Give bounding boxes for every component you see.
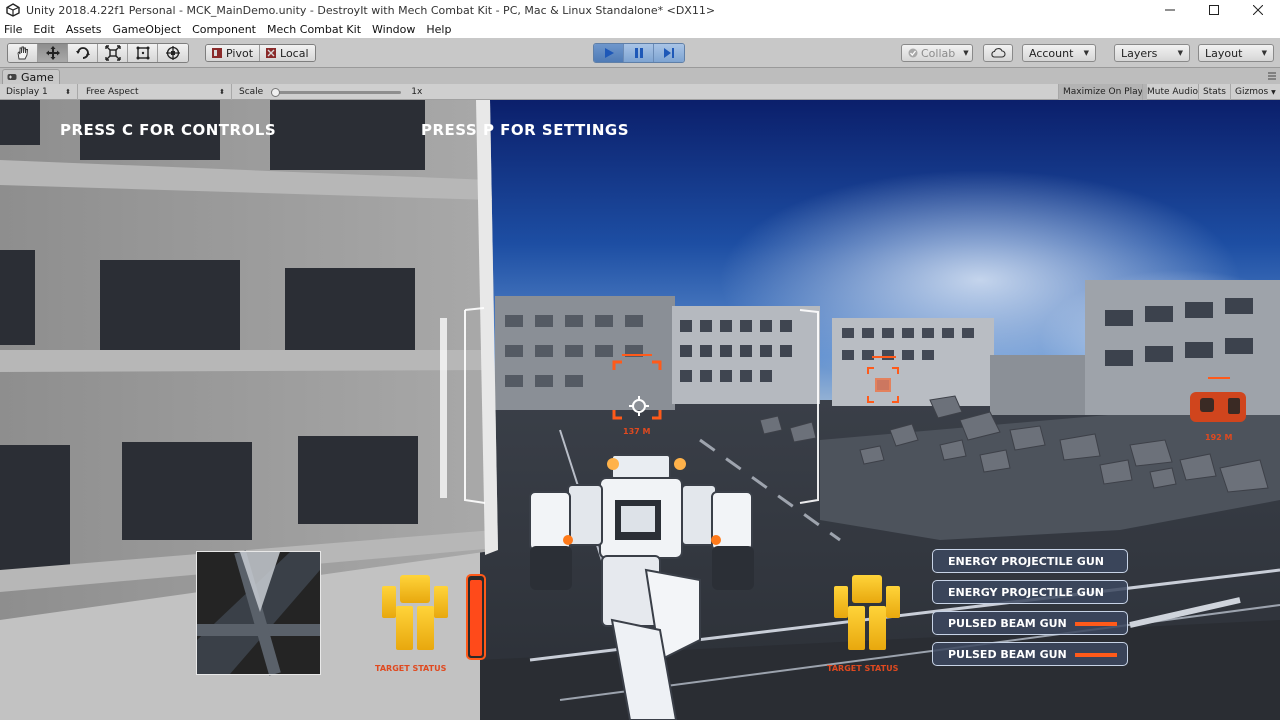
- scale-value: 1x: [411, 87, 423, 97]
- tab-menu-icon[interactable]: [1268, 72, 1276, 80]
- local-label: Local: [280, 46, 309, 60]
- menu-component[interactable]: Component: [188, 23, 260, 36]
- maximize-on-play-toggle[interactable]: Maximize On Play: [1058, 84, 1147, 100]
- rect-tool-button[interactable]: [128, 44, 158, 62]
- menu-assets[interactable]: Assets: [62, 23, 106, 36]
- menu-mech-combat-kit[interactable]: Mech Combat Kit: [263, 23, 365, 36]
- scale-tool-icon: [104, 45, 121, 61]
- local-button[interactable]: Local: [260, 45, 315, 61]
- move-tool-button[interactable]: [38, 44, 68, 62]
- layout-dropdown[interactable]: Layout ▼: [1198, 44, 1274, 62]
- weapon-slot[interactable]: PULSED BEAM GUN: [932, 642, 1128, 666]
- tab-game[interactable]: Game: [2, 69, 60, 84]
- scale-control: Scale 1x: [233, 84, 433, 100]
- game-controller-icon: [7, 74, 17, 80]
- target-status-right: TARGET STATUS: [827, 664, 899, 673]
- tab-game-label: Game: [21, 70, 54, 84]
- cloud-button[interactable]: [983, 44, 1013, 62]
- gizmos-dropdown[interactable]: Gizmos ▼: [1230, 84, 1280, 100]
- weapon-charge-bar: [1075, 622, 1117, 626]
- account-dropdown[interactable]: Account ▼: [1022, 44, 1096, 62]
- game-view-toolbar: Display 1 ⬍ Free Aspect ⬍ Scale 1x Maximiz…: [0, 84, 1280, 100]
- close-button[interactable]: [1236, 0, 1280, 20]
- transform-tool-button[interactable]: [158, 44, 188, 62]
- main-toolbar: Pivot Local Collab ▼ Account ▼ Layers ▼ …: [0, 38, 1280, 68]
- updown-icon: ⬍: [65, 88, 71, 96]
- controls-hint: PRESS C FOR CONTROLS: [60, 121, 277, 139]
- stats-label: Stats: [1203, 87, 1226, 97]
- settings-hint: PRESS P FOR SETTINGS: [421, 121, 630, 139]
- weapon-name: ENERGY PROJECTILE GUN: [948, 585, 1104, 599]
- game-tab-header: Game: [0, 68, 1280, 84]
- weapon-slot[interactable]: PULSED BEAM GUN: [932, 611, 1128, 635]
- menu-help[interactable]: Help: [422, 23, 455, 36]
- weapon-name: ENERGY PROJECTILE GUN: [948, 554, 1104, 568]
- step-icon: [664, 48, 674, 58]
- weapon-slot[interactable]: ENERGY PROJECTILE GUN: [932, 580, 1128, 604]
- menu-bar: File Edit Assets GameObject Component Me…: [0, 20, 1280, 38]
- target-status-left: TARGET STATUS: [375, 664, 447, 673]
- play-button[interactable]: [594, 44, 624, 62]
- window-title: Unity 2018.4.22f1 Personal - MCK_MainDem…: [26, 3, 716, 17]
- layers-dropdown[interactable]: Layers ▼: [1114, 44, 1190, 62]
- layout-label: Layout: [1205, 46, 1243, 60]
- aspect-dropdown[interactable]: Free Aspect ⬍: [80, 84, 232, 100]
- scale-label: Scale: [239, 87, 264, 97]
- pause-button[interactable]: [624, 44, 654, 62]
- window-titlebar: Unity 2018.4.22f1 Personal - MCK_MainDem…: [0, 0, 1280, 20]
- hand-tool-icon: [17, 46, 28, 60]
- weapon-list: ENERGY PROJECTILE GUN ENERGY PROJECTILE …: [932, 549, 1128, 673]
- move-tool-icon: [45, 46, 60, 60]
- weapon-name: PULSED BEAM GUN: [948, 647, 1067, 661]
- transform-tool-icon: [166, 46, 180, 60]
- collab-label: Collab: [921, 46, 956, 60]
- step-button[interactable]: [654, 44, 684, 62]
- weapon-name: PULSED BEAM GUN: [948, 616, 1067, 630]
- stats-toggle[interactable]: Stats: [1198, 84, 1230, 100]
- caret-icon: ▼: [1271, 88, 1276, 96]
- game-viewport[interactable]: PRESS C FOR CONTROLS PRESS P FOR SETTING…: [0, 100, 1280, 720]
- rotate-tool-button[interactable]: [68, 44, 98, 62]
- collab-dropdown[interactable]: Collab ▼: [901, 44, 973, 62]
- play-icon: [604, 48, 614, 58]
- account-label: Account: [1029, 46, 1074, 60]
- display-label: Display 1: [6, 87, 48, 97]
- pivot-icon: [212, 48, 222, 58]
- menu-window[interactable]: Window: [368, 23, 419, 36]
- rotate-tool-icon: [75, 47, 90, 59]
- scale-tool-button[interactable]: [98, 44, 128, 62]
- rect-tool-icon: [136, 46, 149, 60]
- maximize-button[interactable]: [1192, 0, 1236, 20]
- pause-icon: [634, 48, 643, 58]
- mute-audio-toggle[interactable]: Mute Audio: [1142, 84, 1202, 100]
- mute-audio-label: Mute Audio: [1147, 87, 1198, 97]
- pivot-toggle-group: Pivot Local: [205, 44, 316, 62]
- scale-slider-thumb[interactable]: [271, 87, 281, 97]
- transform-tools: [7, 43, 189, 63]
- menu-gameobject[interactable]: GameObject: [109, 23, 186, 36]
- unity-icon: [6, 3, 20, 17]
- target-distance-center: 137 M: [623, 427, 651, 436]
- display-dropdown[interactable]: Display 1 ⬍: [0, 84, 78, 100]
- pivot-label: Pivot: [226, 46, 254, 60]
- minimize-button[interactable]: [1148, 0, 1192, 20]
- menu-file[interactable]: File: [0, 23, 26, 36]
- weapon-charge-bar: [1075, 653, 1117, 657]
- minimap: [196, 551, 321, 675]
- pivot-button[interactable]: Pivot: [206, 45, 261, 61]
- playback-controls: [593, 43, 685, 63]
- updown-icon: ⬍: [219, 88, 225, 96]
- maximize-on-play-label: Maximize On Play: [1063, 87, 1143, 97]
- weapon-slot[interactable]: ENERGY PROJECTILE GUN: [932, 549, 1128, 573]
- cloud-icon: [991, 48, 1006, 58]
- layers-label: Layers: [1121, 46, 1158, 60]
- check-circle-icon: [908, 48, 918, 58]
- aspect-label: Free Aspect: [86, 87, 139, 97]
- menu-edit[interactable]: Edit: [29, 23, 58, 36]
- local-icon: [266, 48, 277, 58]
- gizmos-label: Gizmos: [1235, 87, 1269, 97]
- target-distance-right: 192 M: [1205, 433, 1233, 442]
- hand-tool-button[interactable]: [8, 44, 38, 62]
- scale-slider[interactable]: [271, 87, 402, 97]
